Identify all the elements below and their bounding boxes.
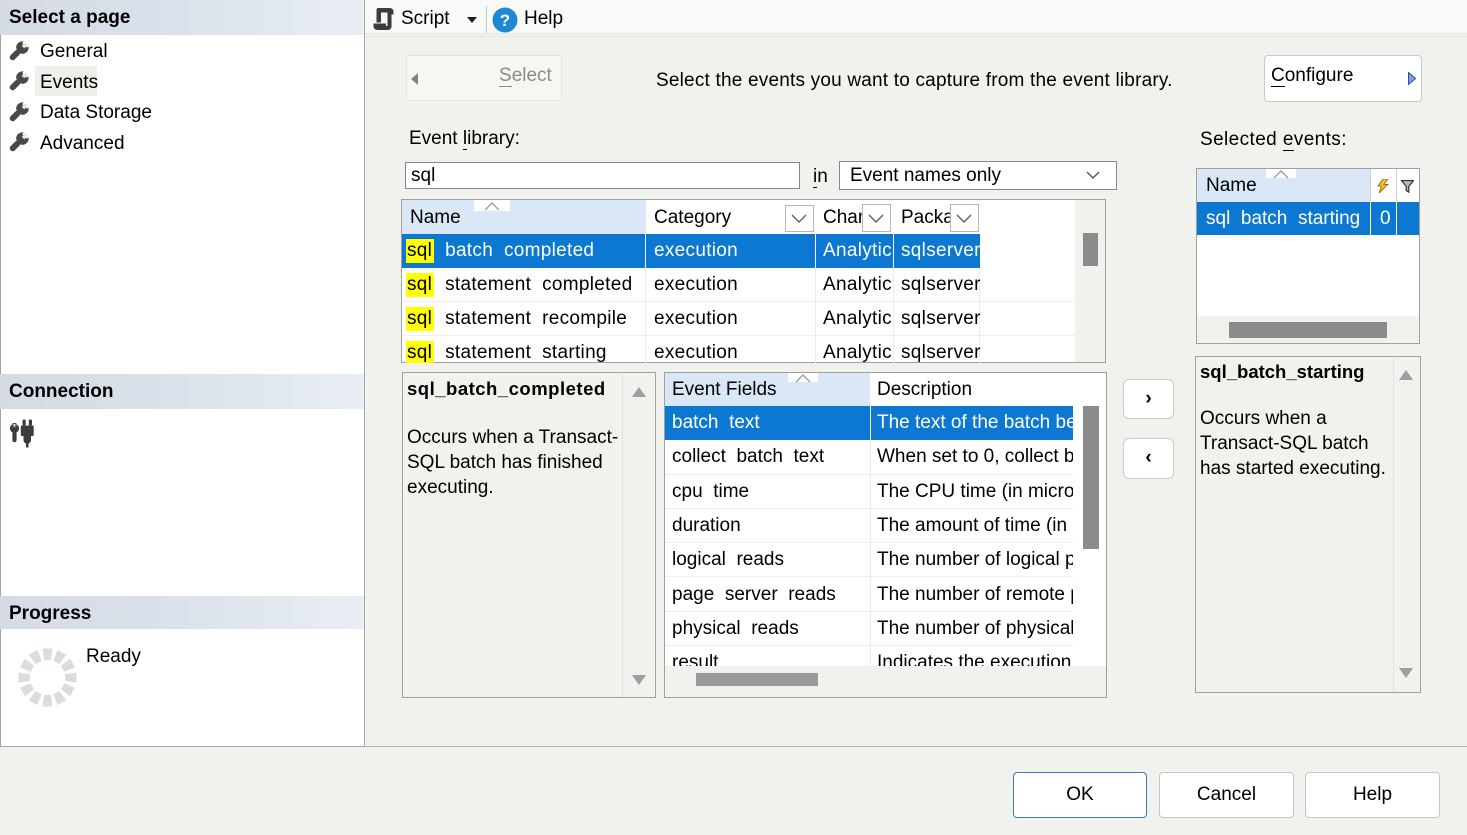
- svg-text:?: ?: [500, 11, 510, 30]
